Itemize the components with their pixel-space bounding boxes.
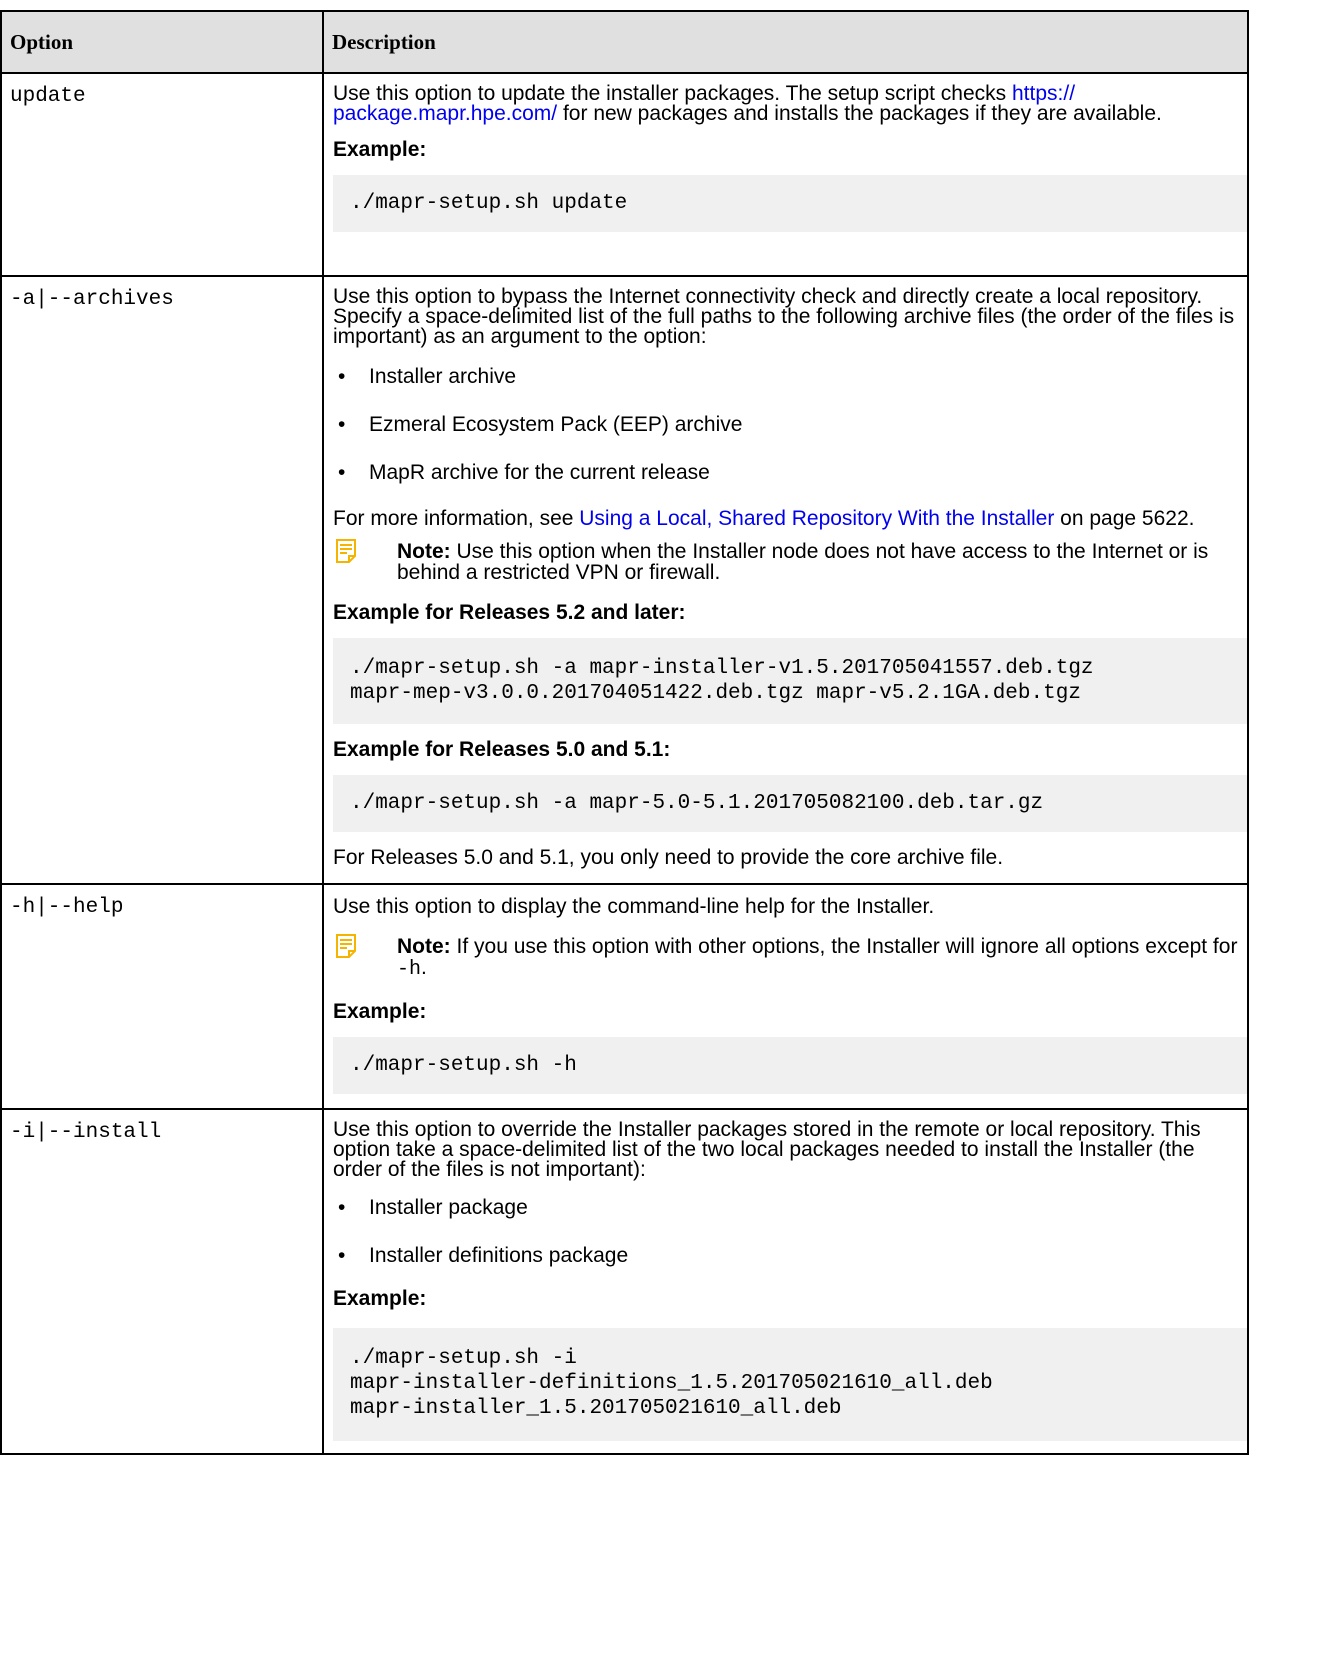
code-block: ./mapr-setup.sh -i mapr-installer-defini… — [333, 1328, 1247, 1441]
note: Note: Use this option when the Installer… — [333, 539, 1247, 584]
code-block: ./mapr-setup.sh -a mapr-5.0-5.1.20170508… — [333, 775, 1247, 832]
option-cell: -a|--archives — [0, 275, 324, 885]
option-cell: -i|--install — [0, 1108, 324, 1455]
code-block: ./mapr-setup.sh update — [333, 175, 1247, 232]
options-table: Option Description update Use this optio… — [0, 10, 1249, 1455]
more-info-text: For more information, see Using a Local,… — [333, 507, 1195, 530]
example-label: Example: — [333, 138, 427, 161]
description-cell: Use this option to bypass the Internet c… — [322, 275, 1249, 885]
table-row: -h|--help Use this option to display the… — [0, 883, 1249, 1110]
description-text: Use this option to update the installer … — [333, 82, 1162, 125]
list-item: • Installer archive — [338, 365, 517, 388]
archive-list: • Installer archive • Ezmeral Ecosystem Pa… — [333, 365, 1247, 484]
example-label: Example for Releases 5.2 and later: — [333, 601, 686, 624]
package-list: • Installer package • Installer definition… — [333, 1196, 1247, 1267]
description-cell: Use this option to override the Installe… — [322, 1108, 1249, 1455]
example-label: Example: — [333, 1287, 427, 1310]
code-block: ./mapr-setup.sh -a mapr-installer-v1.5.2… — [333, 638, 1247, 724]
list-item: • MapR archive for the current release — [338, 461, 710, 484]
table-row: -a|--archives Use this option to bypass … — [0, 275, 1249, 885]
code-block: ./mapr-setup.sh -h — [333, 1037, 1247, 1094]
table-row: update Use this option to update the ins… — [0, 72, 1249, 277]
option-cell: update — [0, 72, 324, 277]
note-icon — [336, 934, 356, 958]
repository-link[interactable]: Using a Local, Shared Repository With th… — [579, 507, 1054, 530]
header-description: Description — [322, 10, 1249, 74]
description-cell: Use this option to display the command-l… — [322, 883, 1249, 1110]
description-text: Use this option to display the command-l… — [333, 895, 935, 918]
option-cell: -h|--help — [0, 883, 324, 1110]
note-icon — [336, 539, 356, 563]
description-text: Use this option to override the Installe… — [333, 1118, 1201, 1181]
note-label: Note: — [397, 935, 451, 958]
note-label: Note: — [397, 540, 451, 563]
description-cell: Use this option to update the installer … — [322, 72, 1249, 277]
description-text: Use this option to bypass the Internet c… — [333, 285, 1235, 348]
example-label: Example: — [333, 1000, 427, 1023]
list-item: • Ezmeral Ecosystem Pack (EEP) archive — [338, 413, 743, 436]
table-header-row: Option Description — [0, 10, 1249, 74]
table-row: -i|--install Use this option to override… — [0, 1108, 1249, 1455]
list-item: • Installer package — [338, 1196, 528, 1219]
inline-code: -h — [397, 958, 422, 981]
note-text: Use this option when the Installer node … — [397, 540, 1209, 584]
example-label: Example for Releases 5.0 and 5.1: — [333, 738, 671, 761]
footer-text: For Releases 5.0 and 5.1, you only need … — [333, 846, 1004, 869]
header-option: Option — [0, 10, 324, 74]
note: Note: If you use this option with other … — [333, 934, 1247, 981]
list-item: • Installer definitions package — [338, 1244, 629, 1267]
